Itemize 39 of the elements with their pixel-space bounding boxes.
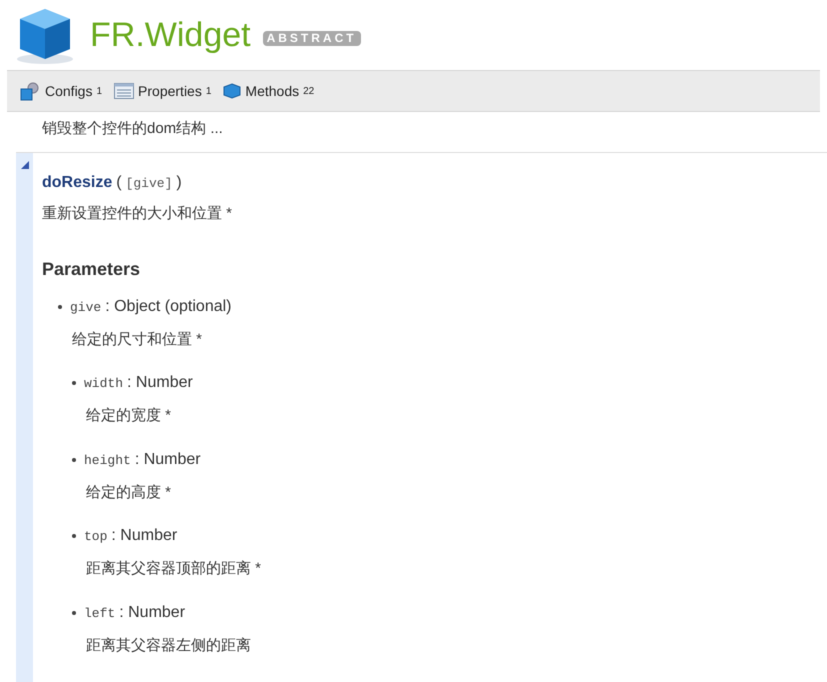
param-name: left [84,604,116,622]
method-args: [give] [126,175,172,193]
member-count: 1 [206,86,212,96]
param-name: width [84,375,124,393]
param-description: 给定的高度 * [86,482,172,502]
member-count: 22 [303,86,314,96]
param-type: : Object (optional) [105,296,232,316]
member-count: 1 [96,86,102,96]
param-type: : Number [111,526,178,546]
param-type: : Number [119,602,186,622]
paren: ( [116,173,122,193]
param-type: : Number [134,450,201,470]
toolbar-tab[interactable]: Properties 1 [114,80,212,102]
abstract-badge: ABSTRACT [262,30,361,46]
param-type: : Number [127,373,193,393]
method-description: 重新设置控件的大小和位置 * [42,204,234,224]
param-name: height [84,452,131,470]
expanded-triangle-icon[interactable] [20,161,28,169]
toolbar-tab[interactable]: Methods 22 [223,80,314,102]
param-description: 给定的尺寸和位置 * [72,330,204,350]
bullet-icon [72,534,76,538]
list-icon [114,83,134,99]
bullet-icon [72,381,76,385]
param-description: 给定的宽度 * [86,406,172,426]
param-description: 距离其父容器左侧的距离 [86,636,252,656]
parameters-heading: Parameters [42,258,142,280]
method-summary: 销毁整个控件的dom结构 ... [42,119,224,139]
bullet-icon [58,304,62,308]
param-description: 距离其父容器顶部的距离 * [86,559,262,579]
cube-icon [223,83,242,99]
gear-cube-icon [19,81,41,101]
method-name: doResize [42,173,112,193]
bullet-icon [72,610,76,614]
param-name: give [70,298,102,316]
param-name: top [84,528,108,546]
toolbar-tab[interactable]: Configs 1 [19,80,102,102]
bullet-icon [72,458,76,462]
class-title: FR.Widget [90,14,251,56]
paren: ) [176,173,182,193]
